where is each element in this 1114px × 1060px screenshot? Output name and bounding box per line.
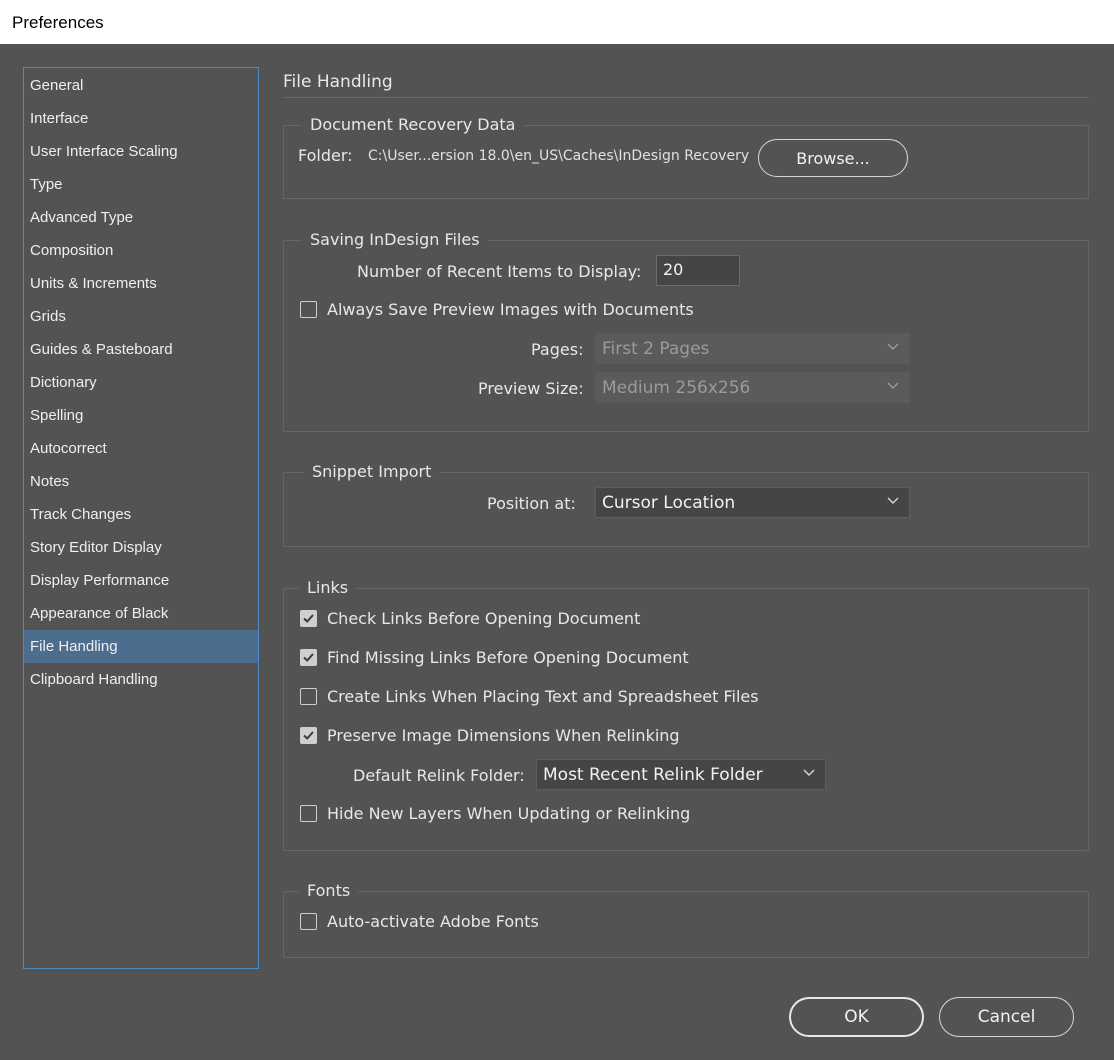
sidebar-item-guides-pasteboard[interactable]: Guides & Pasteboard: [24, 333, 258, 366]
check-links-checkbox[interactable]: [300, 610, 317, 627]
sidebar-item-units-increments[interactable]: Units & Increments: [24, 267, 258, 300]
sidebar-item-ui-scaling[interactable]: User Interface Scaling: [24, 135, 258, 168]
sidebar-item-story-editor-display[interactable]: Story Editor Display: [24, 531, 258, 564]
checkmark-icon: [303, 614, 314, 623]
recovery-folder-path: C:\User...ersion 18.0\en_US\Caches\InDes…: [368, 148, 750, 164]
sidebar-item-type[interactable]: Type: [24, 168, 258, 201]
sidebar-item-file-handling[interactable]: File Handling: [24, 630, 258, 663]
chevron-down-icon: [803, 769, 815, 776]
folder-label: Folder:: [298, 146, 353, 165]
cancel-button[interactable]: Cancel: [939, 997, 1074, 1037]
preferences-sidebar: General Interface User Interface Scaling…: [23, 67, 259, 969]
snippet-legend: Snippet Import: [304, 458, 440, 486]
sidebar-item-notes[interactable]: Notes: [24, 465, 258, 498]
preserve-dimensions-label: Preserve Image Dimensions When Relinking: [327, 726, 680, 745]
fonts-legend: Fonts: [299, 877, 359, 905]
checkmark-icon: [303, 731, 314, 740]
pages-label: Pages:: [531, 340, 584, 359]
sidebar-item-composition[interactable]: Composition: [24, 234, 258, 267]
links-section: Links Check Links Before Opening Documen…: [283, 574, 1089, 851]
fonts-section: Fonts Auto-activate Adobe Fonts: [283, 877, 1089, 958]
relink-folder-label: Default Relink Folder:: [353, 766, 525, 785]
sidebar-item-general[interactable]: General: [24, 69, 258, 102]
sidebar-item-appearance-of-black[interactable]: Appearance of Black: [24, 597, 258, 630]
hide-layers-label: Hide New Layers When Updating or Relinki…: [327, 804, 691, 823]
position-at-label: Position at:: [487, 494, 576, 513]
preview-size-label: Preview Size:: [478, 379, 584, 398]
hide-layers-checkbox[interactable]: [300, 805, 317, 822]
pages-dropdown[interactable]: First 2 Pages: [595, 333, 910, 364]
saving-legend: Saving InDesign Files: [302, 226, 488, 254]
auto-activate-fonts-label: Auto-activate Adobe Fonts: [327, 912, 539, 931]
sidebar-item-track-changes[interactable]: Track Changes: [24, 498, 258, 531]
window-title: Preferences: [0, 0, 1114, 44]
pages-value: First 2 Pages: [602, 339, 710, 359]
find-missing-links-checkbox[interactable]: [300, 649, 317, 666]
chevron-down-icon: [887, 382, 899, 389]
sidebar-item-advanced-type[interactable]: Advanced Type: [24, 201, 258, 234]
chevron-down-icon: [887, 497, 899, 504]
position-at-dropdown[interactable]: Cursor Location: [595, 487, 910, 518]
position-at-value: Cursor Location: [602, 493, 736, 513]
relink-folder-value: Most Recent Relink Folder: [543, 765, 763, 785]
title-divider: [283, 97, 1089, 98]
preserve-dimensions-checkbox[interactable]: [300, 727, 317, 744]
recovery-section: Document Recovery Data Folder: C:\User..…: [283, 111, 1089, 199]
create-links-label: Create Links When Placing Text and Sprea…: [327, 687, 759, 706]
sidebar-item-interface[interactable]: Interface: [24, 102, 258, 135]
find-missing-links-label: Find Missing Links Before Opening Docume…: [327, 648, 689, 667]
auto-activate-fonts-checkbox[interactable]: [300, 913, 317, 930]
sidebar-item-display-performance[interactable]: Display Performance: [24, 564, 258, 597]
ok-button[interactable]: OK: [789, 997, 924, 1037]
chevron-down-icon: [887, 343, 899, 350]
create-links-checkbox[interactable]: [300, 688, 317, 705]
links-legend: Links: [299, 574, 357, 602]
recovery-legend: Document Recovery Data: [302, 111, 524, 139]
preview-size-value: Medium 256x256: [602, 378, 751, 398]
browse-button[interactable]: Browse...: [758, 139, 908, 177]
sidebar-item-spelling[interactable]: Spelling: [24, 399, 258, 432]
recent-items-label: Number of Recent Items to Display:: [357, 262, 642, 281]
relink-folder-dropdown[interactable]: Most Recent Relink Folder: [536, 759, 826, 790]
checkmark-icon: [303, 653, 314, 662]
page-title: File Handling: [283, 72, 393, 92]
check-links-label: Check Links Before Opening Document: [327, 609, 641, 628]
save-preview-checkbox[interactable]: [300, 301, 317, 318]
sidebar-item-grids[interactable]: Grids: [24, 300, 258, 333]
sidebar-item-dictionary[interactable]: Dictionary: [24, 366, 258, 399]
saving-section: Saving InDesign Files Number of Recent I…: [283, 226, 1089, 432]
save-preview-label: Always Save Preview Images with Document…: [327, 300, 694, 319]
recent-items-input[interactable]: 20: [656, 255, 740, 286]
preview-size-dropdown[interactable]: Medium 256x256: [595, 372, 910, 403]
snippet-section: Snippet Import Position at: Cursor Locat…: [283, 458, 1089, 547]
sidebar-item-autocorrect[interactable]: Autocorrect: [24, 432, 258, 465]
sidebar-item-clipboard-handling[interactable]: Clipboard Handling: [24, 663, 258, 696]
